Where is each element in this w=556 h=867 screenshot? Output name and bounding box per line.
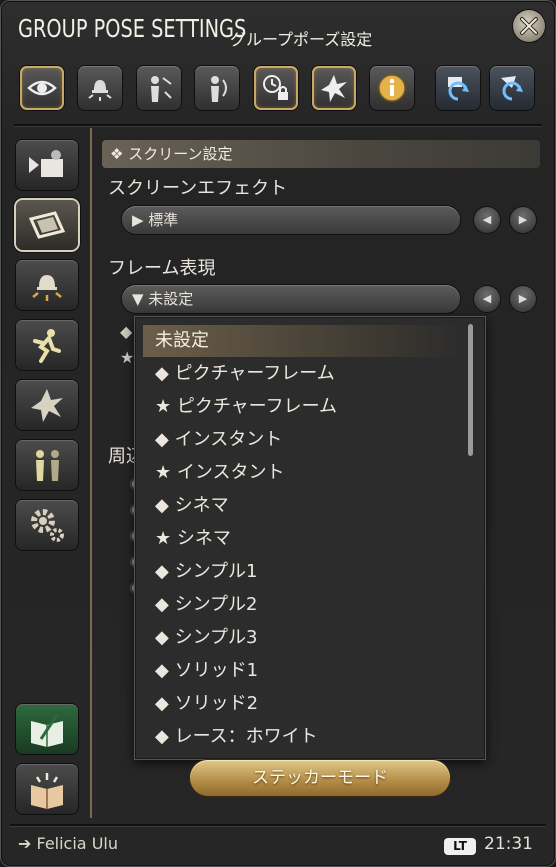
book-pen-icon: [31, 714, 63, 747]
side-group-button[interactable]: [16, 440, 78, 490]
character-name: ➔ Felicia Ulu: [18, 834, 118, 853]
popup-item[interactable]: ◆ シネマ: [143, 490, 463, 522]
popup-item[interactable]: ★ シネマ: [143, 523, 463, 555]
toolbar-character-button[interactable]: [137, 66, 181, 110]
screen-effect-prev-button[interactable]: ◀: [474, 207, 500, 233]
popup-item[interactable]: ★ ピクチャーフレーム: [143, 391, 463, 423]
side-screen-button[interactable]: [16, 200, 78, 250]
left-arrow-icon: ◀: [482, 213, 492, 226]
side-guide-button[interactable]: [16, 764, 78, 814]
popup-item[interactable]: ◆ シンプル3: [143, 622, 463, 654]
side-journal-button[interactable]: [16, 704, 78, 754]
left-arrow-icon: ◀: [482, 292, 492, 305]
toolbar-lighting-button[interactable]: [78, 66, 122, 110]
hidden-row-diamond: ◆: [120, 322, 133, 341]
popup-scrollbar[interactable]: [468, 324, 473, 456]
popup-item[interactable]: ★ インスタント: [143, 457, 463, 489]
sticker-mode-button[interactable]: ステッカーモード: [190, 760, 450, 796]
toolbar-info-button[interactable]: [370, 66, 414, 110]
popup-item[interactable]: ◆ ソリッド2: [143, 688, 463, 720]
frame-prev-button[interactable]: ◀: [474, 286, 500, 312]
side-motion-button[interactable]: [16, 320, 78, 370]
toolbar-effect-button[interactable]: [312, 66, 356, 110]
section-header: ❖ スクリーン設定: [102, 140, 540, 168]
screen-effect-dropdown[interactable]: ▶ 標準: [122, 206, 460, 234]
side-settings-button[interactable]: [16, 500, 78, 550]
burst-icon: [321, 75, 347, 102]
book-light-icon: [31, 773, 63, 809]
running-icon: [33, 329, 61, 363]
hidden-row-star: ★: [120, 348, 135, 367]
window-subtitle: グループポーズ設定: [230, 30, 373, 49]
frame-dropdown-popup: 未設定 ◆ ピクチャーフレーム ★ ピクチャーフレーム ◆ インスタント ★ イ…: [134, 316, 486, 760]
popup-item[interactable]: ◆ インスタント: [143, 424, 463, 456]
lt-badge: LT: [444, 838, 476, 855]
frame-next-button[interactable]: ▶: [510, 286, 536, 312]
close-button[interactable]: [513, 10, 545, 42]
burst-icon: [31, 389, 63, 422]
lamp-icon: [88, 80, 112, 101]
info-icon: [378, 74, 406, 102]
group-pose-window: GROUP POSE SETTINGS グループポーズ設定 ❖ スクリーン設定 …: [0, 0, 556, 867]
frame-label: フレーム表現: [108, 258, 216, 279]
popup-item[interactable]: 未設定: [143, 325, 463, 357]
toolbar-reset-alt-button[interactable]: [490, 66, 534, 110]
screen-effect-next-button[interactable]: ▶: [510, 207, 536, 233]
toolbar-reset-button[interactable]: [436, 66, 480, 110]
side-effect-button[interactable]: [16, 380, 78, 430]
popup-item[interactable]: ◆ シンプル1: [143, 556, 463, 588]
close-x-icon: [520, 17, 538, 35]
clock-time: 21:31: [484, 834, 533, 854]
toolbar-eye-button[interactable]: [20, 66, 64, 110]
camera-icon: [29, 150, 63, 177]
window-title: GROUP POSE SETTINGS: [18, 14, 247, 43]
footer-divider: [10, 824, 546, 826]
right-arrow-icon: ▶: [518, 292, 528, 305]
clock-lock-icon: [263, 75, 288, 100]
right-arrow-icon: ▶: [518, 213, 528, 226]
lamp-icon: [32, 275, 62, 301]
frame-dropdown[interactable]: ▼ 未設定: [122, 285, 460, 313]
group-icon: [36, 450, 59, 481]
character-alt-icon: [211, 76, 227, 102]
gear-icon: [31, 509, 64, 542]
popup-item[interactable]: ◆ ピクチャーフレーム: [143, 358, 463, 390]
side-lighting-button[interactable]: [16, 260, 78, 310]
sidebar-divider: [90, 128, 92, 818]
popup-item[interactable]: ◆ ソリッド1: [143, 655, 463, 687]
toolbar-time-lock-button[interactable]: [254, 66, 298, 110]
reset-icon: [448, 77, 469, 101]
eye-icon: [27, 80, 57, 96]
screen-effect-label: スクリーンエフェクト: [108, 178, 288, 199]
side-camera-button[interactable]: [16, 140, 78, 190]
screen-frame-icon: [28, 211, 66, 239]
popup-item[interactable]: ◆ レース：ホワイト: [143, 721, 463, 753]
popup-item[interactable]: ◆ シンプル2: [143, 589, 463, 621]
character-icon: [151, 76, 172, 102]
toolbar-character-alt-button[interactable]: [195, 66, 239, 110]
reset-alt-icon: [501, 76, 523, 101]
toolbar-divider: [14, 124, 542, 126]
